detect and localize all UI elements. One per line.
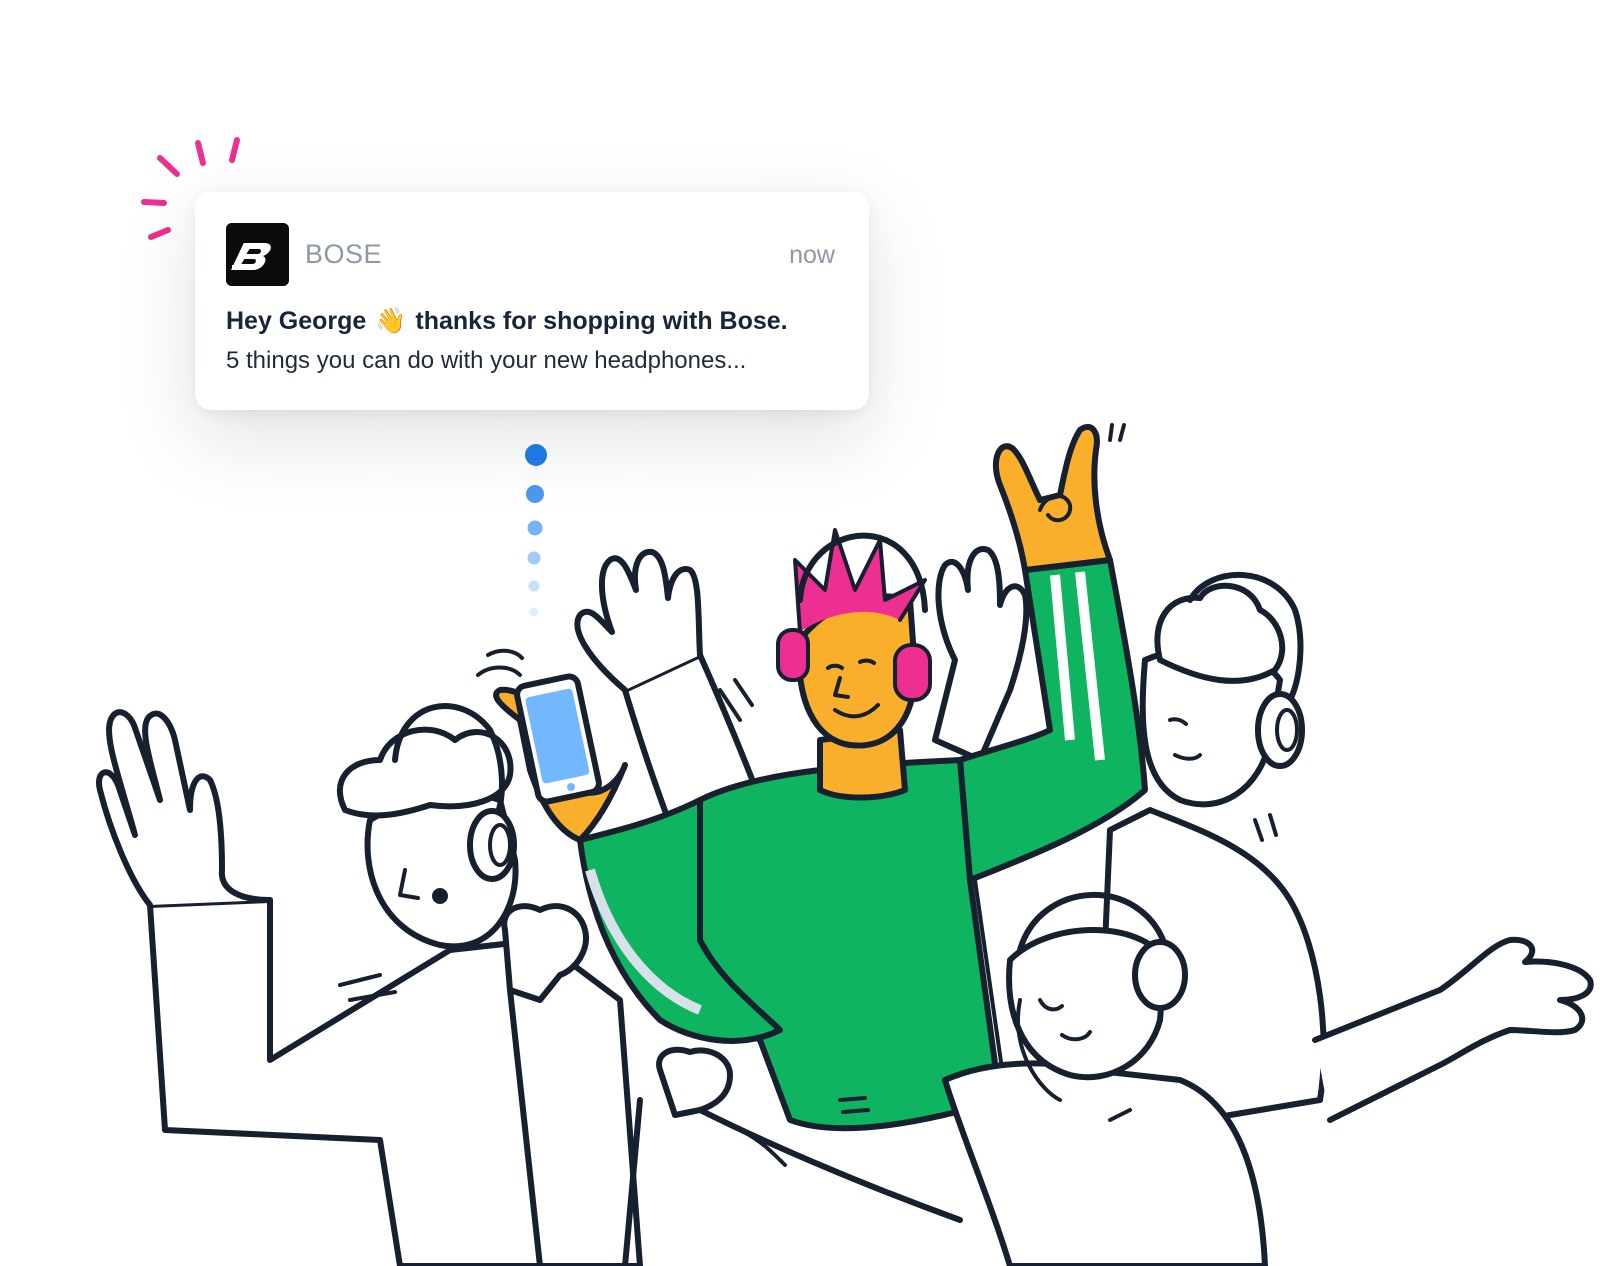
title-greeting: Hey George bbox=[226, 307, 367, 335]
burst-line bbox=[157, 155, 180, 177]
headphone-ear bbox=[776, 628, 810, 682]
notification-timestamp: now bbox=[789, 241, 835, 269]
notification-title: Hey George 👋 thanks for shopping with Bo… bbox=[226, 304, 788, 338]
bose-logo-icon bbox=[226, 223, 289, 286]
burst-line bbox=[195, 140, 206, 166]
right-person bbox=[1097, 571, 1594, 1123]
smartphone bbox=[514, 673, 602, 805]
trail-dot bbox=[526, 485, 544, 503]
waving-hand-icon: 👋 bbox=[375, 307, 407, 335]
trail-dot bbox=[529, 607, 539, 617]
burst-line bbox=[141, 199, 167, 206]
notification-body: 5 things you can do with your new headph… bbox=[226, 347, 747, 374]
trail-dot bbox=[527, 520, 543, 536]
notification-trail bbox=[525, 444, 547, 617]
crowd-illustration: .ink { fill: none; stroke: #17202f; stro… bbox=[96, 137, 1594, 1266]
trail-dot bbox=[528, 580, 540, 592]
trail-dot bbox=[527, 551, 541, 565]
back-center-hand bbox=[932, 546, 1030, 763]
headphone-ear bbox=[1132, 939, 1188, 1011]
title-thanks: thanks for shopping with Bose. bbox=[415, 307, 788, 335]
burst-line bbox=[148, 227, 171, 240]
push-notification[interactable]: BOSE now Hey George 👋 thanks for shoppin… bbox=[195, 192, 869, 410]
trail-dot bbox=[525, 444, 547, 466]
app-name: BOSE bbox=[305, 239, 383, 269]
burst-line bbox=[229, 137, 240, 163]
headphone-ear bbox=[893, 643, 932, 702]
